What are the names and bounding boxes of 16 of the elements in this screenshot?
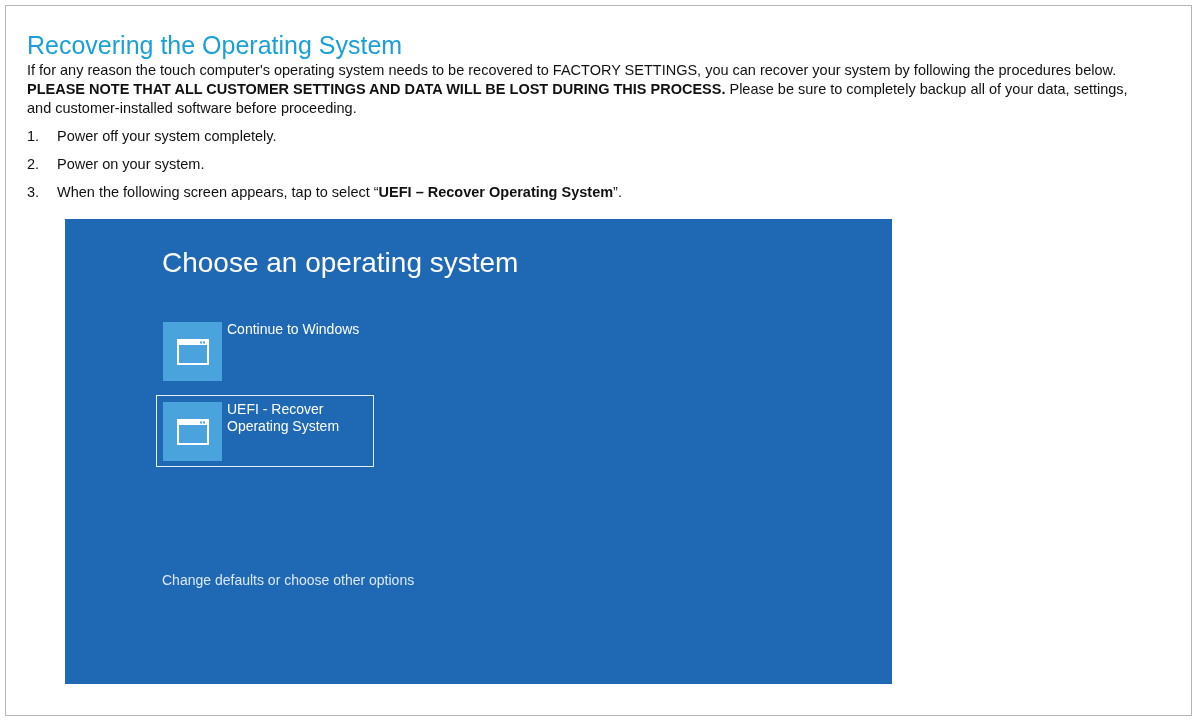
- option-label: UEFI - Recover Operating System: [227, 401, 341, 436]
- change-defaults-link[interactable]: Change defaults or choose other options: [162, 570, 415, 591]
- os-option[interactable]: Continue to Windows: [156, 315, 374, 387]
- intro-paragraph: If for any reason the touch computer's operating system needs to be recovered to FACTORY SETTINGS, you can recover your system by following the procedures below. PLEASE NOTE THAT ALL CUSTOMER SETTINGS AND DATA WILL BE LOST DURING THIS PROCESS. Please be sure to completely backup all of your data, settings, and customer-installed software before proceeding.: [27, 61, 1129, 118]
- step-number: 1.: [27, 127, 41, 146]
- step-text: Power off your system completely.: [57, 127, 277, 146]
- section-title: Recovering the Operating System: [27, 30, 404, 60]
- window-tile-icon: [163, 402, 222, 461]
- step-text: When the following screen appears, tap to select “UEFI – Recover Operating System”.: [57, 183, 622, 202]
- step-number: 2.: [27, 155, 41, 174]
- step-number: 3.: [27, 183, 41, 202]
- step-text: Power on your system.: [57, 155, 205, 174]
- os-option[interactable]: UEFI - Recover Operating System: [156, 395, 374, 467]
- window-tile-icon: [163, 322, 222, 381]
- option-label: Continue to Windows: [227, 321, 360, 339]
- boot-menu-heading: Choose an operating system: [162, 246, 520, 280]
